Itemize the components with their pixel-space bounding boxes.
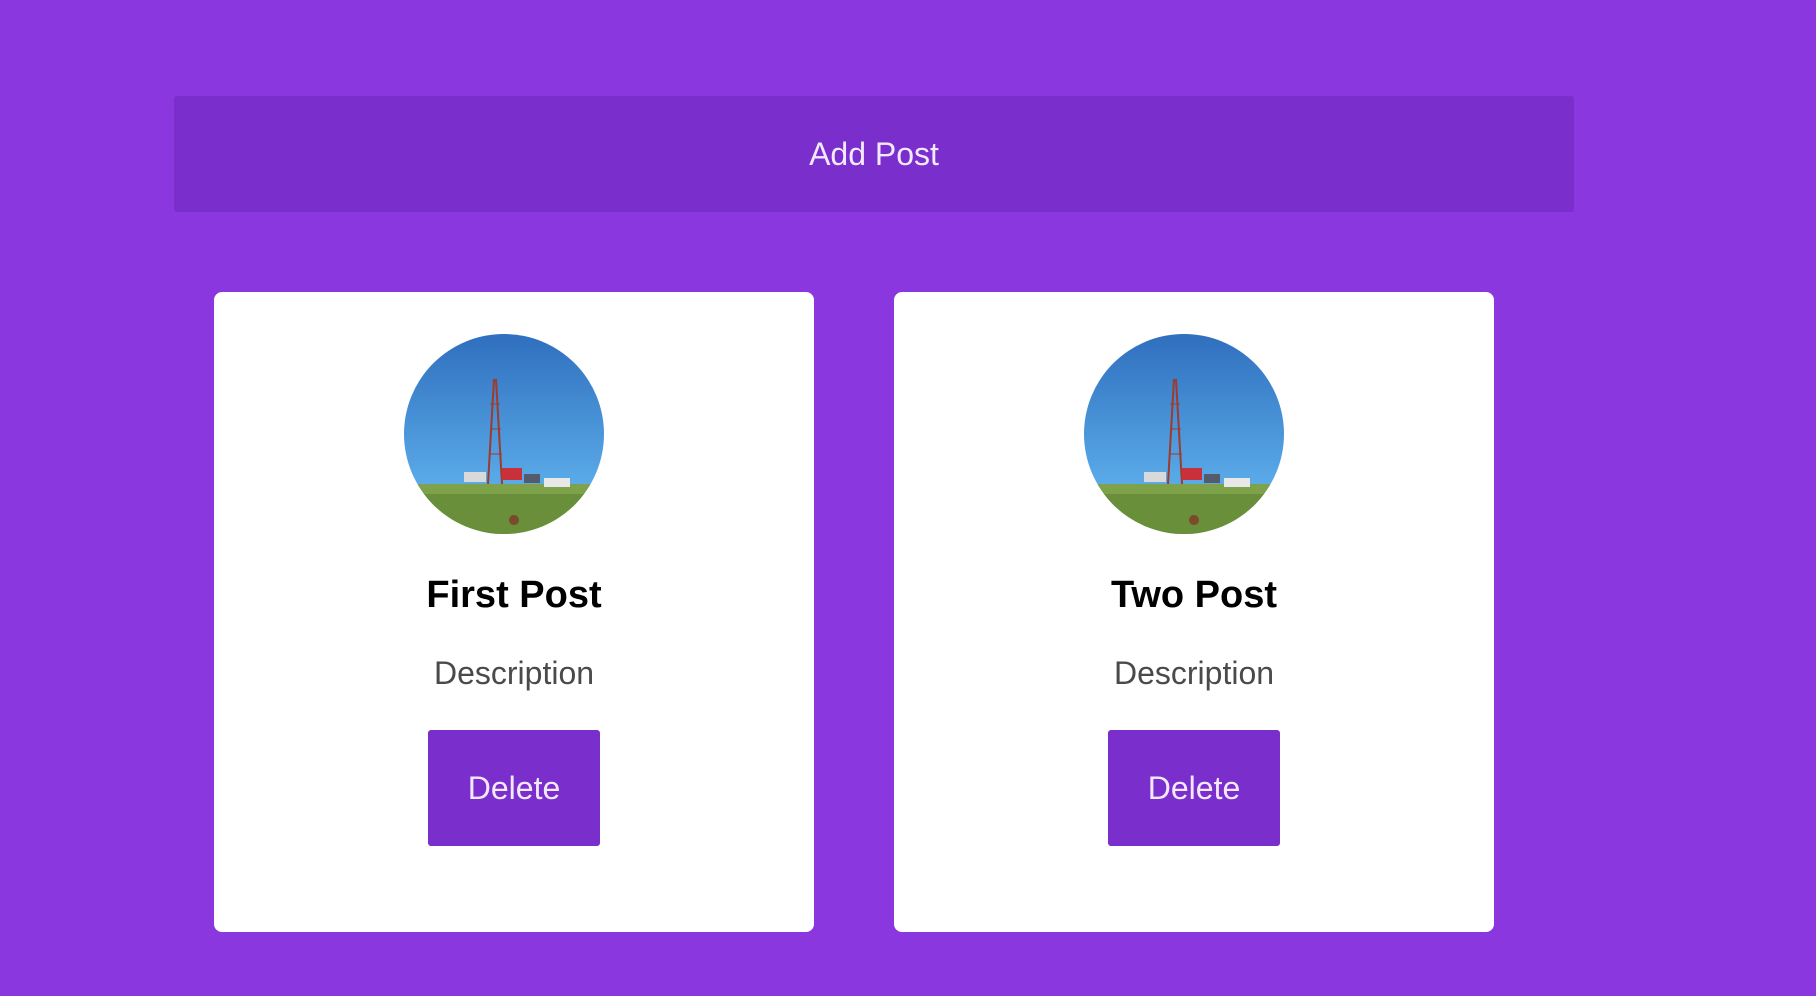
delete-button[interactable]: Delete: [1108, 730, 1280, 846]
add-post-button[interactable]: Add Post: [174, 96, 1574, 212]
add-post-label: Add Post: [809, 135, 939, 172]
delete-label: Delete: [467, 769, 561, 806]
post-image: [404, 334, 604, 534]
post-image: [1084, 334, 1284, 534]
post-title: Two Post: [1110, 574, 1278, 616]
delete-label: Delete: [1147, 769, 1241, 806]
post-card: First Post Description Delete: [214, 292, 814, 932]
post-description: Description: [433, 655, 595, 691]
post-description: Description: [1113, 655, 1275, 691]
post-title: First Post: [426, 574, 602, 616]
post-card: Two Post Description Delete: [894, 292, 1494, 932]
delete-button[interactable]: Delete: [428, 730, 600, 846]
